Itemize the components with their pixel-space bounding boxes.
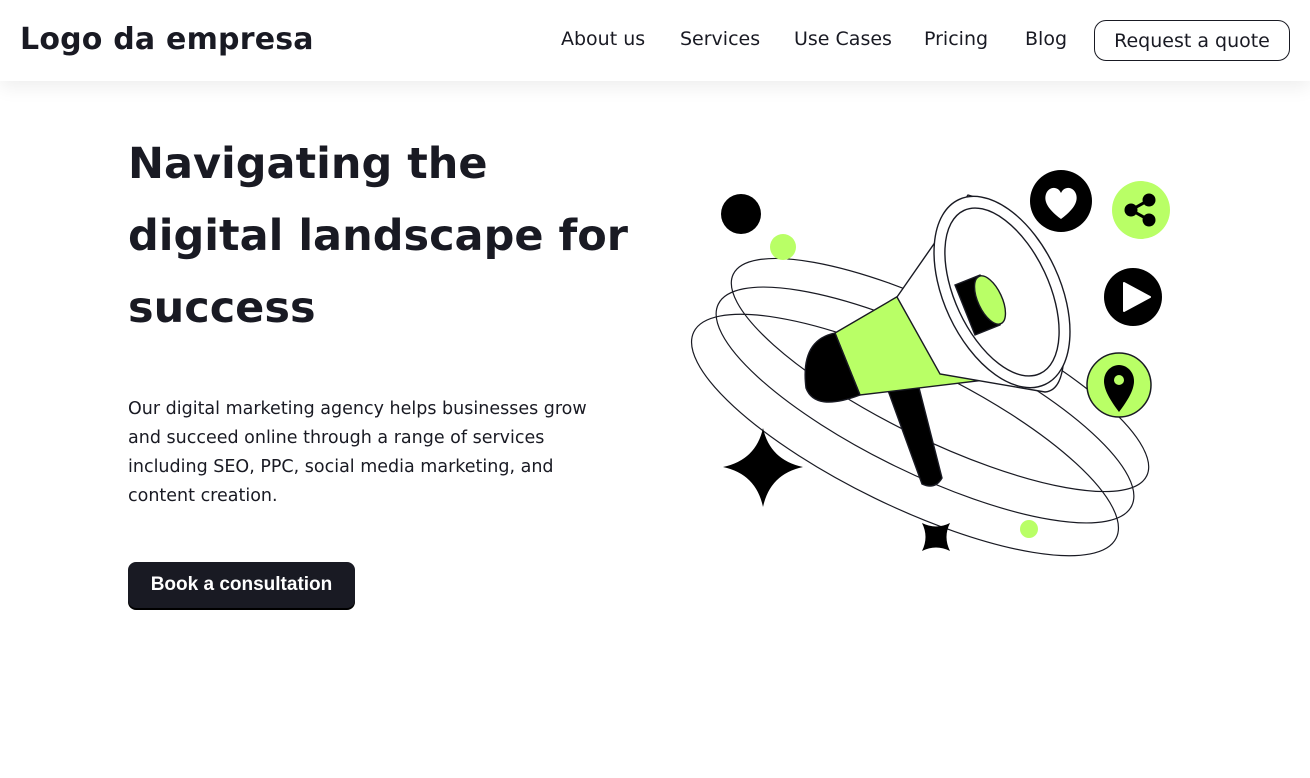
green-dot-small (1020, 520, 1038, 538)
nav-link-about-us[interactable]: About us (561, 28, 645, 50)
nav-link-services[interactable]: Services (680, 28, 760, 50)
small-star-icon (922, 523, 950, 551)
nav-link-blog[interactable]: Blog (1025, 28, 1067, 50)
hero-description: Our digital marketing agency helps busin… (128, 399, 587, 506)
location-pin-icon (1086, 352, 1152, 418)
book-consultation-button[interactable]: Book a consultation (128, 562, 355, 608)
nav-link-use-cases[interactable]: Use Cases (794, 28, 892, 50)
heart-icon (1030, 170, 1092, 232)
hero-illustration (690, 170, 1170, 557)
company-logo[interactable]: Logo da empresa (20, 22, 314, 57)
request-quote-button[interactable]: Request a quote (1094, 20, 1290, 61)
hero-title: Navigating the digital landscape for suc… (128, 139, 628, 333)
sparkle-star-icon (723, 428, 803, 507)
black-dot (721, 194, 761, 234)
play-icon (1104, 268, 1162, 326)
top-navbar: Logo da empresa About us Services Use Ca… (0, 0, 1310, 81)
green-dot (770, 234, 796, 260)
share-icon (1112, 181, 1170, 239)
nav-link-pricing[interactable]: Pricing (924, 28, 988, 50)
